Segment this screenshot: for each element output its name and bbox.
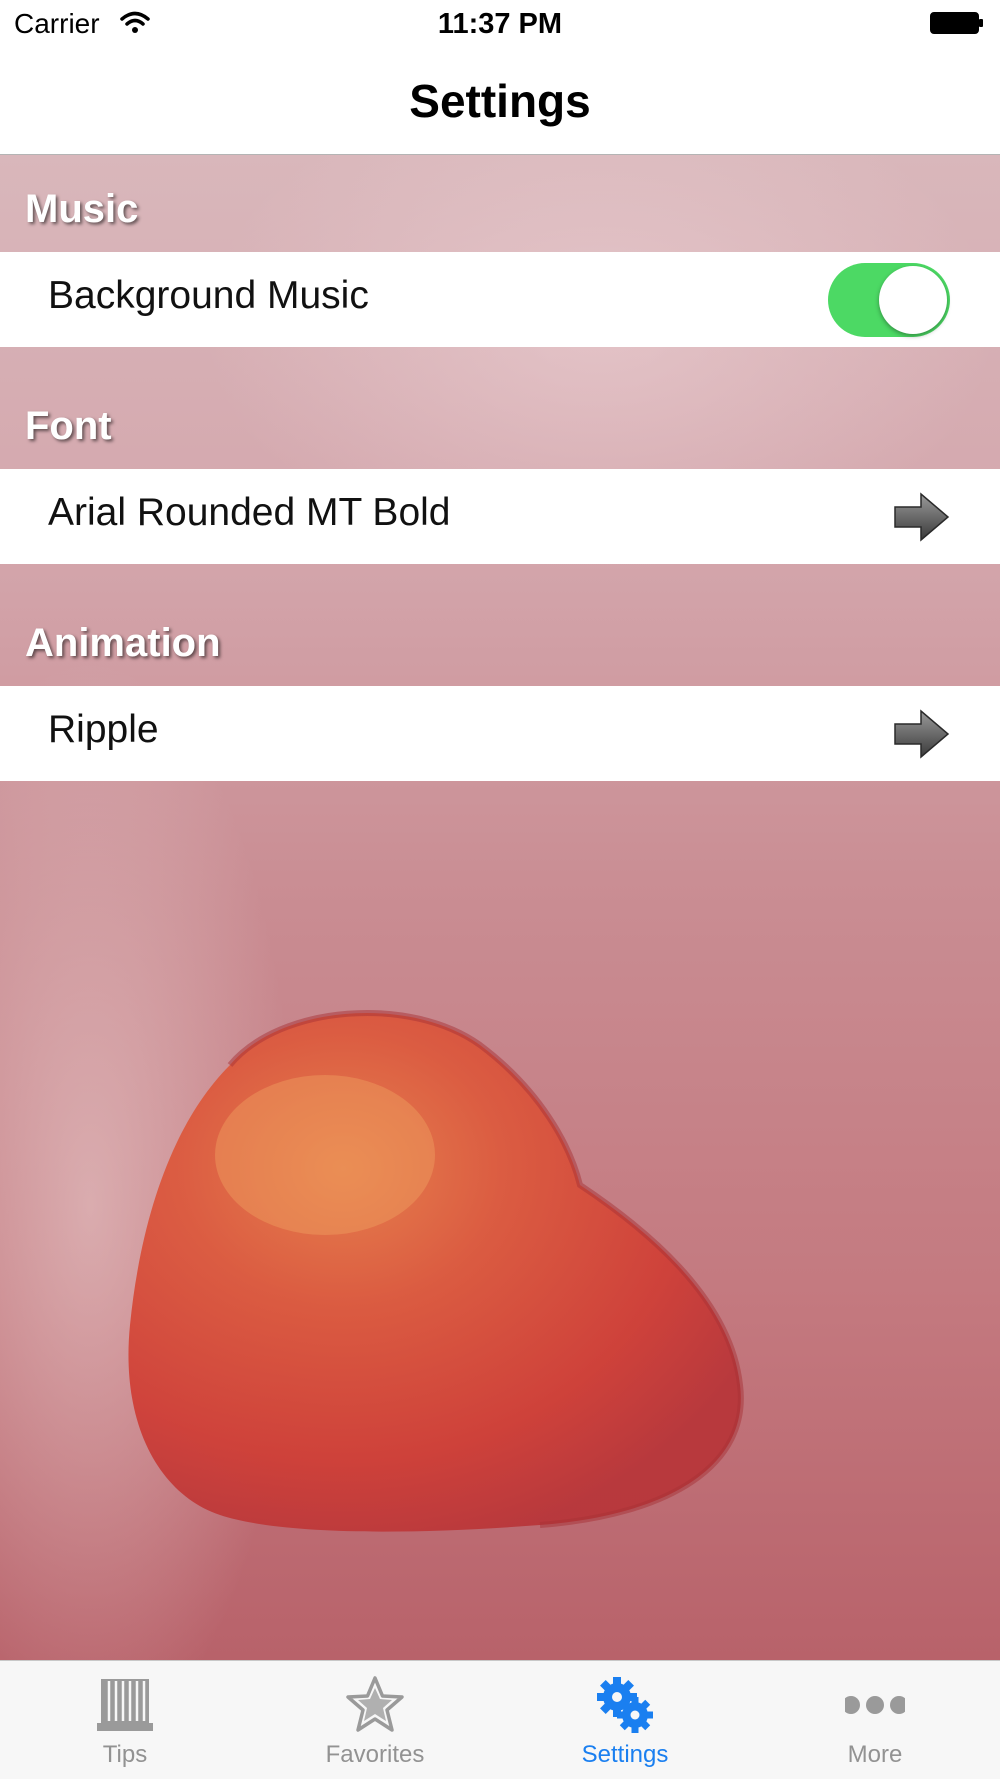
section-title: Music <box>25 187 139 231</box>
font-cell[interactable]: Arial Rounded MT Bold <box>0 469 1000 564</box>
background-music-label: Background Music <box>48 274 369 317</box>
tab-settings[interactable]: Settings <box>500 1661 750 1779</box>
heart-background-image <box>128 1010 744 1532</box>
navigation-bar: Settings <box>0 50 1000 155</box>
status-time: 11:37 PM <box>437 8 563 40</box>
arrow-right-icon <box>894 709 950 759</box>
tab-label: Tips <box>102 1741 148 1768</box>
gear-icon <box>597 1677 653 1733</box>
section-title: Font <box>25 404 112 448</box>
animation-cell[interactable]: Ripple <box>0 686 1000 781</box>
settings-table[interactable]: Music Background Music Font Arial Rounde… <box>0 155 1000 1660</box>
star-icon <box>346 1676 404 1732</box>
tab-label: Favorites <box>325 1741 425 1768</box>
arrow-right-icon <box>894 492 950 542</box>
tab-tips[interactable]: Tips <box>0 1661 250 1779</box>
section-header-font: Font <box>0 347 1000 469</box>
battery-icon <box>930 12 983 34</box>
more-dots-icon <box>845 1696 905 1714</box>
status-bar: Carrier 11:37 PM <box>0 0 1000 50</box>
page-title: Settings <box>409 75 591 127</box>
background-music-toggle[interactable] <box>828 263 950 337</box>
tab-bar: Tips Favorites Settings More <box>0 1660 1000 1779</box>
toggle-knob <box>879 266 947 334</box>
animation-label: Ripple <box>48 708 159 751</box>
tab-more[interactable]: More <box>750 1661 1000 1779</box>
background-music-cell: Background Music <box>0 252 1000 347</box>
tab-favorites[interactable]: Favorites <box>250 1661 500 1779</box>
tab-label: Settings <box>581 1741 669 1768</box>
book-icon <box>97 1679 153 1731</box>
font-label: Arial Rounded MT Bold <box>48 491 451 534</box>
tab-label: More <box>847 1741 903 1768</box>
section-title: Animation <box>25 621 221 665</box>
section-header-animation: Animation <box>0 564 1000 686</box>
section-header-music: Music <box>0 155 1000 252</box>
